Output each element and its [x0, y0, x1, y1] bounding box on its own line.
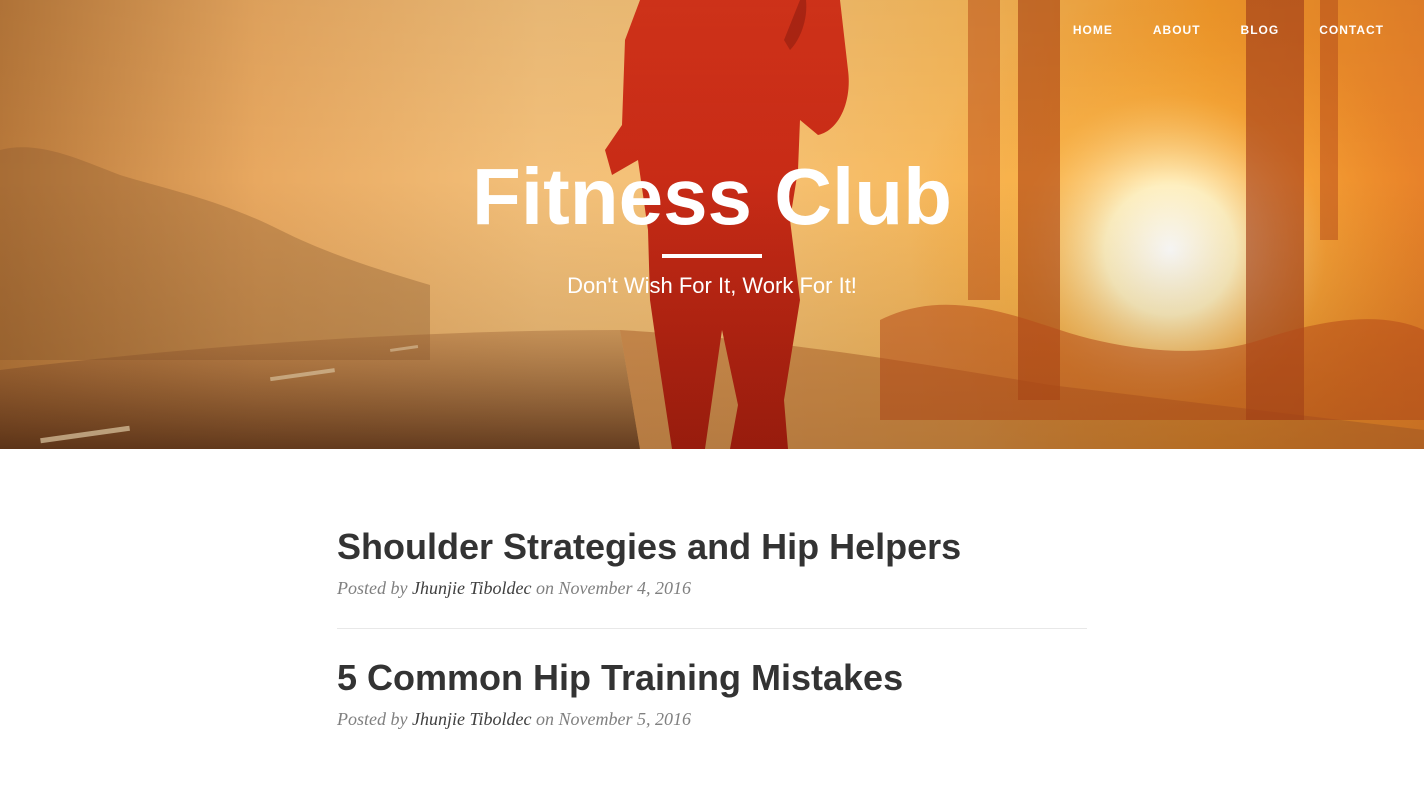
header-hero: HOME ABOUT BLOG CONTACT Fitness Club Don… — [0, 0, 1424, 449]
posted-by-label: Posted by — [337, 709, 408, 729]
post-title-link[interactable]: Shoulder Strategies and Hip Helpers — [337, 524, 1087, 570]
post-author-link[interactable]: Jhunjie Tiboldec — [412, 578, 531, 598]
post-preview: 5 Common Hip Training Mistakes Posted by… — [337, 628, 1087, 759]
nav-contact-link[interactable]: CONTACT — [1299, 22, 1404, 38]
top-navigation: HOME ABOUT BLOG CONTACT — [1053, 22, 1404, 38]
post-preview: Shoulder Strategies and Hip Helpers Post… — [337, 524, 1087, 628]
post-list: Shoulder Strategies and Hip Helpers Post… — [337, 524, 1087, 759]
nav-home-link[interactable]: HOME — [1053, 22, 1133, 38]
site-subtitle: Don't Wish For It, Work For It! — [567, 273, 857, 298]
post-date: November 5, 2016 — [558, 709, 691, 729]
on-label: on — [535, 578, 554, 598]
post-meta: Posted by Jhunjie Tiboldec on November 5… — [337, 707, 1087, 731]
post-date: November 4, 2016 — [558, 578, 691, 598]
nav-blog-link[interactable]: BLOG — [1221, 22, 1300, 38]
post-author-link[interactable]: Jhunjie Tiboldec — [412, 709, 531, 729]
on-label: on — [535, 709, 554, 729]
site-heading: Fitness Club Don't Wish For It, Work For… — [0, 150, 1424, 300]
posted-by-label: Posted by — [337, 578, 408, 598]
post-meta: Posted by Jhunjie Tiboldec on November 4… — [337, 576, 1087, 600]
post-title-link[interactable]: 5 Common Hip Training Mistakes — [337, 655, 1087, 701]
site-title: Fitness Club — [471, 152, 953, 241]
nav-about-link[interactable]: ABOUT — [1133, 22, 1221, 38]
title-divider — [662, 254, 762, 258]
